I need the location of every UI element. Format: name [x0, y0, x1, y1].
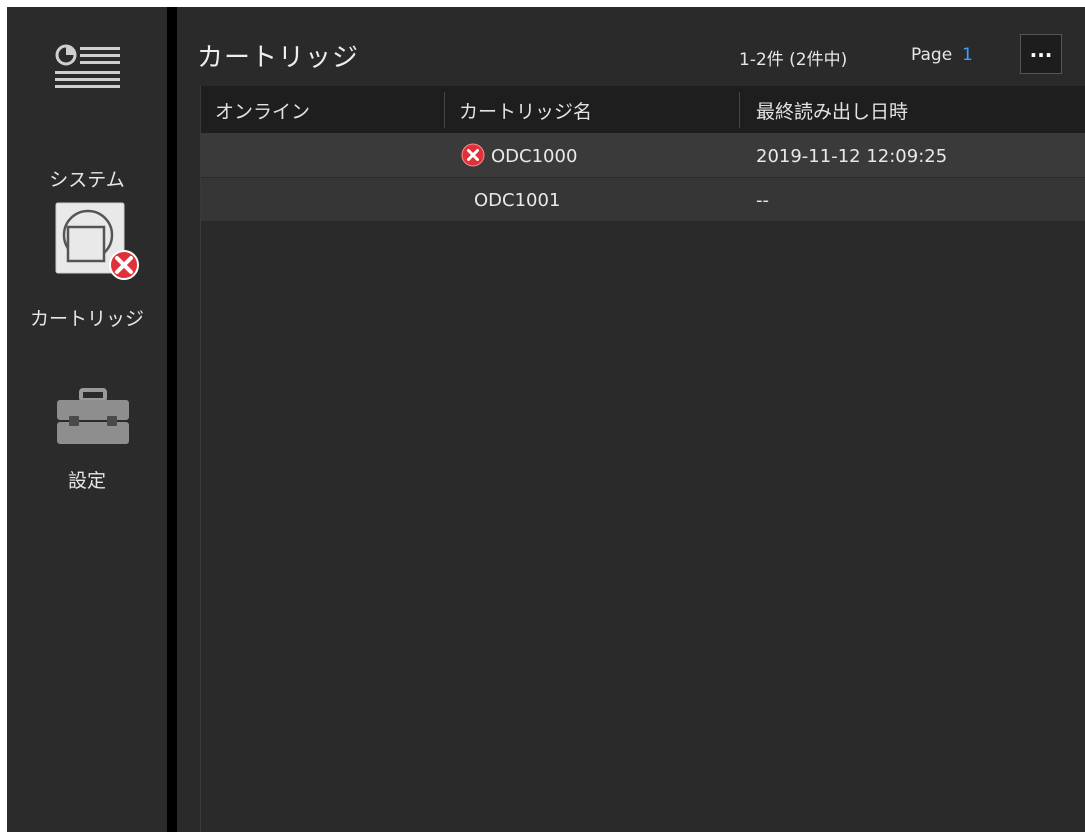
table-row[interactable]: ODC1000 2019-11-12 12:09:25	[201, 134, 1085, 178]
system-list-icon	[53, 42, 125, 100]
cell-last-read: --	[756, 190, 769, 211]
column-header-cartridge-name[interactable]: カートリッジ名	[459, 97, 592, 124]
cell-cartridge-name: ODC1001	[474, 190, 561, 211]
page-number-link[interactable]: 1	[962, 45, 973, 65]
sidebar-item-label: システム	[49, 169, 125, 191]
column-header-online[interactable]: オンライン	[215, 97, 310, 124]
table-row[interactable]: ODC1001 --	[201, 178, 1085, 221]
table-header: オンライン カートリッジ名 最終読み出し日時	[201, 86, 1085, 134]
sidebar-divider	[167, 7, 177, 832]
cell-last-read: 2019-11-12 12:09:25	[756, 146, 948, 167]
toolbox-icon	[55, 386, 131, 446]
page-title: カートリッジ	[197, 43, 360, 73]
sidebar: システム カートリッジ 設定	[7, 7, 167, 832]
page-label: Page	[911, 45, 953, 65]
sidebar-item-label: カートリッジ	[29, 308, 144, 330]
cartridge-error-icon	[54, 201, 146, 293]
column-header-last-read[interactable]: 最終読み出し日時	[756, 97, 908, 124]
column-separator[interactable]	[739, 92, 740, 128]
sidebar-item-cartridge[interactable]: カートリッジ	[7, 197, 167, 347]
sidebar-item-system[interactable]: システム	[7, 37, 167, 191]
error-status-icon	[461, 143, 485, 167]
column-separator[interactable]	[444, 92, 445, 128]
more-options-button[interactable]: ...	[1020, 34, 1062, 74]
result-count: 1-2件 (2件中)	[739, 50, 848, 70]
cartridge-table: オンライン カートリッジ名 最終読み出し日時 ODC1000 2019-11-1…	[200, 86, 1085, 832]
sidebar-item-label: 設定	[67, 470, 106, 492]
main-panel: カートリッジ 1-2件 (2件中) Page 1 ... オンライン カートリッ…	[177, 7, 1085, 832]
cell-cartridge-name: ODC1000	[491, 146, 578, 167]
sidebar-item-settings[interactable]: 設定	[7, 382, 167, 512]
